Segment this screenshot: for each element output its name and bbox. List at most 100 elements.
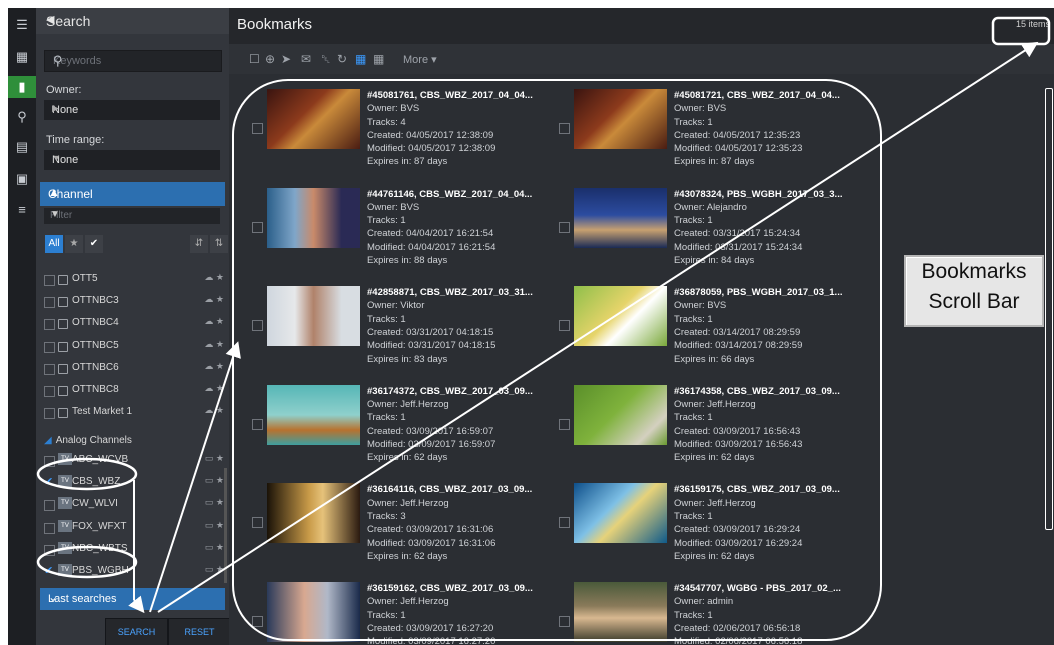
- bookmark-thumbnail[interactable]: [267, 286, 360, 347]
- bookmark-thumbnail[interactable]: [574, 582, 667, 642]
- keywords-input[interactable]: Keywords ⚲: [44, 50, 222, 72]
- bookmark-card[interactable]: #36174372, CBS_WBZ_2017_03_09... Owner: J…: [252, 384, 552, 477]
- channel-row[interactable]: OTTNBC5 ☁ ★: [44, 338, 224, 356]
- analog-channel-row[interactable]: ✔ TV CBS_WBZ ▭ ★: [44, 474, 224, 492]
- tv-star-icon[interactable]: ▭ ★: [205, 520, 224, 531]
- analog-channel-row[interactable]: TV FOX_WFXT ▭ ★: [44, 519, 224, 537]
- bookmark-thumbnail[interactable]: [574, 384, 667, 445]
- bookmark-title[interactable]: #45081721, CBS_WBZ_2017_04_04...: [674, 89, 840, 102]
- bookmark-checkbox[interactable]: [252, 123, 263, 134]
- bookmark-card[interactable]: #44761146, CBS_WBZ_2017_04_04... Owner: B…: [252, 187, 552, 280]
- channel-checkbox[interactable]: [44, 544, 55, 556]
- tv-star-icon[interactable]: ▭ ★: [205, 542, 224, 553]
- channel-checkbox[interactable]: [44, 319, 55, 331]
- list-view-icon[interactable]: ▦: [373, 52, 384, 66]
- channel-checkbox[interactable]: [44, 408, 55, 420]
- owner-select[interactable]: None ▶: [44, 100, 220, 120]
- bookmark-card[interactable]: #45081761, CBS_WBZ_2017_04_04... Owner: B…: [252, 89, 552, 181]
- channel-checkbox[interactable]: [44, 500, 55, 512]
- menu-icon[interactable]: ☰: [8, 14, 36, 36]
- bookmark-card[interactable]: #43078324, PBS_WGBH_2017_03_3... Owner: A…: [559, 187, 859, 280]
- bookmark-title[interactable]: #34547707, WGBG - PBS_2017_02_...: [674, 582, 841, 595]
- time-range-select[interactable]: None ▼: [44, 150, 220, 170]
- bookmark-checkbox[interactable]: [252, 320, 263, 332]
- bookmark-icon[interactable]: ▮: [8, 76, 36, 98]
- channel-row[interactable]: OTTNBC8 ☁ ★: [44, 382, 224, 400]
- cloud-star-icon[interactable]: ☁ ★: [204, 383, 224, 394]
- channel-row[interactable]: OTTNBC6 ☁ ★: [44, 360, 224, 378]
- channel-row[interactable]: OTTNBC4 ☁ ★: [44, 315, 224, 333]
- star-filter-icon[interactable]: ★: [65, 235, 83, 253]
- table-icon[interactable]: ▤: [8, 136, 36, 158]
- checked-filter-icon[interactable]: ✔: [85, 235, 103, 253]
- channel-row[interactable]: Test Market 1 ☁ ★: [44, 404, 224, 422]
- bookmark-title[interactable]: #44761146, CBS_WBZ_2017_04_04...: [367, 188, 532, 201]
- cloud-star-icon[interactable]: ☁ ★: [204, 316, 224, 327]
- bookmark-card[interactable]: #42858871, CBS_WBZ_2017_03_31... Owner: V…: [252, 286, 552, 378]
- bookmark-title[interactable]: #36164116, CBS_WBZ_2017_03_09...: [367, 483, 532, 496]
- channel-checkbox[interactable]: [44, 386, 55, 397]
- sort-alt-icon[interactable]: ⇅: [210, 235, 228, 253]
- search-icon[interactable]: ⚲: [8, 106, 36, 128]
- bookmark-checkbox[interactable]: [559, 418, 570, 430]
- bookmark-card[interactable]: #36159175, CBS_WBZ_2017_03_09... Owner: J…: [559, 483, 859, 575]
- channel-row[interactable]: OTT5 ☁ ★: [44, 271, 224, 289]
- collapse-icon[interactable]: ◀: [46, 13, 223, 26]
- grid-view-icon[interactable]: ▦: [355, 52, 366, 66]
- analog-channel-row[interactable]: TV ABC_WCVB ▭ ★: [44, 452, 224, 470]
- channel-checkbox[interactable]: ✔: [44, 475, 53, 488]
- image-icon[interactable]: ▣: [8, 168, 36, 190]
- bookmark-title[interactable]: #42858871, CBS_WBZ_2017_03_31...: [367, 286, 533, 299]
- bookmark-title[interactable]: #45081761, CBS_WBZ_2017_04_04...: [367, 89, 533, 102]
- bookmark-title[interactable]: #36174372, CBS_WBZ_2017_03_09...: [367, 385, 533, 398]
- analog-channel-row[interactable]: TV CW_WLVI ▭ ★: [44, 496, 224, 514]
- analog-channels-header[interactable]: ◢ Analog Channels: [44, 435, 132, 446]
- share-icon[interactable]: ➤: [281, 52, 291, 66]
- bookmark-title[interactable]: #36174358, CBS_WBZ_2017_03_09...: [674, 385, 840, 398]
- select-all-checkbox[interactable]: ☐: [249, 52, 260, 66]
- bookmark-checkbox[interactable]: [559, 616, 570, 627]
- bookmark-thumbnail[interactable]: [267, 89, 360, 149]
- bookmark-thumbnail[interactable]: [267, 187, 360, 248]
- analog-channel-row[interactable]: ✔ TV PBS_WGBH ▭ ★: [44, 563, 224, 581]
- tv-star-icon[interactable]: ▭ ★: [205, 453, 224, 464]
- search-button[interactable]: SEARCH: [105, 618, 168, 645]
- channel-checkbox[interactable]: [44, 363, 55, 375]
- bookmark-checkbox[interactable]: [559, 517, 570, 529]
- channel-row[interactable]: OTTNBC3 ☁ ★: [44, 293, 224, 311]
- bookmark-title[interactable]: #36159175, CBS_WBZ_2017_03_09...: [674, 483, 840, 496]
- film-icon[interactable]: ▦: [8, 46, 36, 68]
- message-icon[interactable]: ✉: [301, 52, 311, 66]
- bookmark-card[interactable]: #36174358, CBS_WBZ_2017_03_09... Owner: J…: [559, 384, 859, 477]
- bookmark-checkbox[interactable]: [252, 418, 263, 430]
- channel-filter-input[interactable]: Filter ▼: [44, 208, 220, 224]
- channel-checkbox[interactable]: [44, 456, 55, 467]
- channel-checkbox[interactable]: [44, 341, 55, 353]
- bookmark-thumbnail[interactable]: [267, 582, 360, 642]
- sort-icon[interactable]: ⇵: [190, 235, 208, 253]
- refresh-icon[interactable]: ↻: [337, 52, 347, 66]
- tv-star-icon[interactable]: ▭ ★: [205, 475, 224, 486]
- cloud-star-icon[interactable]: ☁ ★: [204, 294, 224, 305]
- tv-star-icon[interactable]: ▭ ★: [205, 497, 224, 508]
- sidebar-scrollbar[interactable]: [224, 468, 227, 583]
- channel-checkbox[interactable]: [44, 297, 55, 309]
- delete-icon[interactable]: ␡: [321, 52, 331, 67]
- channel-section-header[interactable]: Channel ▲: [40, 182, 225, 206]
- bookmark-title[interactable]: #36159162, CBS_WBZ_2017_03_09...: [367, 582, 533, 595]
- bookmark-thumbnail[interactable]: [574, 286, 667, 347]
- list-icon[interactable]: ≡: [8, 198, 36, 220]
- bookmark-thumbnail[interactable]: [267, 384, 360, 445]
- cloud-star-icon[interactable]: ☁ ★: [204, 339, 224, 350]
- cloud-star-icon[interactable]: ☁ ★: [204, 272, 224, 283]
- bookmark-checkbox[interactable]: [252, 221, 263, 233]
- bookmark-card[interactable]: #45081721, CBS_WBZ_2017_04_04... Owner: B…: [559, 89, 859, 181]
- bookmark-thumbnail[interactable]: [574, 89, 667, 149]
- cloud-star-icon[interactable]: ☁ ★: [204, 405, 224, 416]
- bookmark-card[interactable]: #34547707, WGBG - PBS_2017_02_... Owner: …: [559, 582, 859, 645]
- bookmark-thumbnail[interactable]: [574, 187, 667, 248]
- bookmark-thumbnail[interactable]: [574, 483, 667, 544]
- bookmark-checkbox[interactable]: [252, 517, 263, 529]
- channel-checkbox[interactable]: ✔: [44, 564, 53, 577]
- reset-button[interactable]: RESET: [168, 618, 231, 645]
